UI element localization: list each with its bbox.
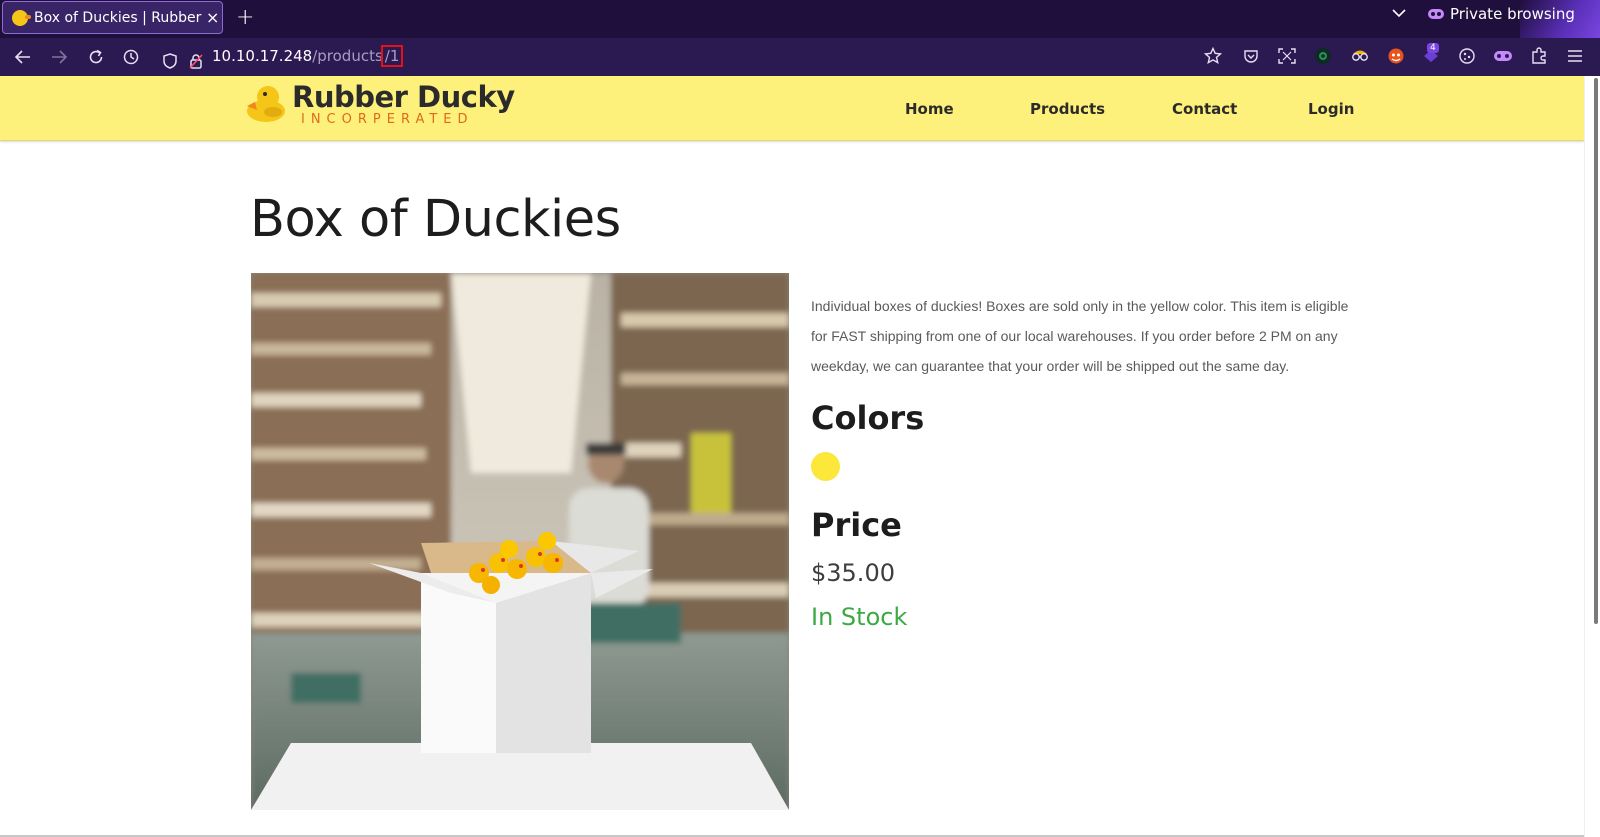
url-path: /products [312, 47, 383, 65]
logo-title[interactable]: Rubber Ducky [292, 80, 515, 114]
reload-icon[interactable] [84, 38, 108, 76]
pocket-icon[interactable] [1241, 45, 1261, 67]
color-swatch-yellow[interactable] [811, 452, 840, 481]
hamburger-menu-icon[interactable] [1565, 45, 1585, 67]
extension-fox-icon[interactable] [1386, 45, 1406, 67]
product-price: $35.00 [811, 559, 895, 587]
tab-title: Box of Duckies | Rubber Ducky Incorperat… [34, 9, 202, 26]
screenshot-icon[interactable] [1277, 45, 1297, 67]
duck-favicon-icon [12, 9, 31, 26]
nav-link-home[interactable]: Home [905, 100, 954, 118]
extension-badge-count: 4 [1427, 43, 1439, 53]
warehouse-duck-box-photo [251, 273, 789, 810]
rubber-duck-logo-icon[interactable] [245, 82, 287, 124]
insecure-lock-icon[interactable] [184, 42, 208, 80]
url-text[interactable]: 10.10.17.248/products/1 [212, 45, 404, 67]
private-mask-toolbar-icon[interactable] [1493, 45, 1513, 67]
tab-close-icon[interactable]: × [206, 8, 219, 27]
private-mask-icon [1428, 9, 1444, 19]
page-scrollbar-thumb[interactable] [1594, 78, 1598, 624]
forward-arrow-icon[interactable] [47, 38, 71, 76]
site-header: Rubber Ducky INCORPERATED Home Products … [0, 76, 1584, 141]
extensions-puzzle-icon[interactable] [1529, 45, 1549, 67]
extension-eye-icon[interactable] [1313, 45, 1333, 67]
extension-cookie-icon[interactable] [1457, 45, 1477, 67]
tab-list-chevron-icon[interactable] [1392, 6, 1406, 22]
nav-link-login[interactable]: Login [1308, 100, 1354, 118]
history-clock-icon[interactable] [119, 38, 143, 76]
nav-link-contact[interactable]: Contact [1172, 100, 1237, 118]
back-arrow-icon[interactable] [11, 38, 35, 76]
bookmark-star-icon[interactable] [1203, 45, 1223, 67]
price-heading: Price [811, 506, 902, 544]
product-description: Individual boxes of duckies! Boxes are s… [811, 298, 1349, 374]
private-browsing-indicator: Private browsing [1428, 5, 1575, 23]
product-title: Box of Duckies [250, 190, 621, 249]
tracking-shield-icon[interactable] [158, 42, 182, 80]
private-browsing-label: Private browsing [1450, 5, 1575, 23]
stock-status: In Stock [811, 603, 908, 631]
new-tab-button[interactable]: + [236, 5, 254, 30]
url-bar[interactable]: 10.10.17.248/products/1 [150, 42, 1160, 72]
browser-tab-active[interactable]: Box of Duckies | Rubber Ducky Incorperat… [2, 1, 223, 34]
colors-heading: Colors [811, 399, 925, 437]
browser-tab-bar: Box of Duckies | Rubber Ducky Incorperat… [0, 0, 1600, 38]
url-host: 10.10.17.248 [212, 47, 313, 65]
logo-subtitle: INCORPERATED [301, 112, 474, 127]
url-highlighted-segment: /1 [380, 45, 404, 67]
product-image [251, 273, 789, 810]
extension-glasses-icon[interactable] [1350, 45, 1370, 67]
nav-link-products[interactable]: Products [1030, 100, 1105, 118]
